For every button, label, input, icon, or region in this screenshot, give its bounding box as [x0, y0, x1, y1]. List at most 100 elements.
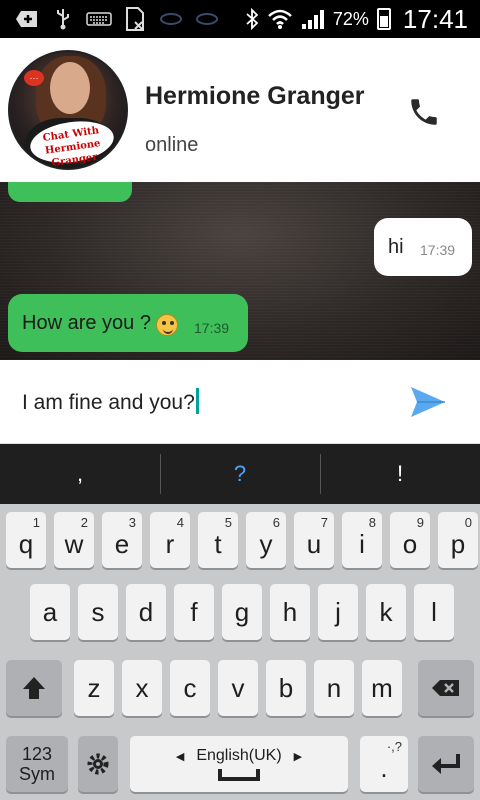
key-j[interactable]: j: [318, 584, 358, 640]
key-n[interactable]: n: [314, 660, 354, 716]
key-a[interactable]: a: [30, 584, 70, 640]
period-key[interactable]: ·,?.: [360, 736, 408, 792]
key-q[interactable]: 1q: [6, 512, 46, 568]
chevron-right-icon: ▶: [293, 751, 303, 763]
key-label: e: [114, 528, 130, 559]
chat-bubble-icon: ···: [24, 70, 44, 86]
suggestion-strip: , ? !: [0, 444, 480, 504]
backspace-icon: [432, 680, 459, 696]
message-incoming[interactable]: How are you ? 17:39: [8, 294, 248, 352]
key-h[interactable]: h: [270, 584, 310, 640]
key-hint: ·,?: [386, 739, 402, 754]
key-p[interactable]: 0p: [438, 512, 478, 568]
key-label: z: [87, 672, 101, 703]
message-input[interactable]: I am fine and you?: [22, 388, 199, 415]
message-time: 17:39: [420, 242, 456, 258]
settings-key[interactable]: [78, 736, 118, 792]
key-g[interactable]: g: [222, 584, 262, 640]
message-text: How are you ?: [22, 312, 151, 334]
suggestion-comma[interactable]: ,: [0, 444, 160, 504]
chat-header: ··· Chat With Hermione Granger Hermione G…: [0, 38, 480, 182]
usb-icon: [50, 8, 76, 30]
app-icon: [158, 8, 184, 30]
avatar-face: [50, 62, 90, 114]
wifi-icon: [268, 9, 292, 29]
key-o[interactable]: 9o: [390, 512, 430, 568]
key-label: k: [379, 596, 393, 627]
key-i[interactable]: 8i: [342, 512, 382, 568]
shift-icon: [23, 677, 45, 699]
key-label: m: [371, 672, 393, 703]
key-z[interactable]: z: [74, 660, 114, 716]
space-key[interactable]: ◀ English(UK) ▶: [130, 736, 348, 792]
key-e[interactable]: 3e: [102, 512, 142, 568]
key-u[interactable]: 7u: [294, 512, 334, 568]
key-t[interactable]: 5t: [198, 512, 238, 568]
sym-label-1: 123: [21, 744, 53, 764]
key-label: i: [359, 528, 365, 559]
key-v[interactable]: v: [218, 660, 258, 716]
contact-status: online: [145, 134, 199, 156]
key-label: l: [431, 596, 437, 627]
key-hint: 7: [320, 515, 328, 530]
smile-emoji-icon: [156, 314, 178, 336]
key-d[interactable]: d: [126, 584, 166, 640]
key-y[interactable]: 6y: [246, 512, 286, 568]
key-hint: 1: [32, 515, 40, 530]
key-hint: 8: [368, 515, 376, 530]
message-bubble-partial: [8, 182, 132, 202]
key-f[interactable]: f: [174, 584, 214, 640]
shift-key[interactable]: [6, 660, 62, 716]
key-r[interactable]: 4r: [150, 512, 190, 568]
key-label: f: [190, 596, 198, 627]
message-text: hi: [388, 236, 404, 258]
key-k[interactable]: k: [366, 584, 406, 640]
clock: 17:41: [402, 3, 468, 34]
key-label: .: [380, 752, 388, 783]
key-label: u: [306, 528, 322, 559]
suggestion-exclamation[interactable]: !: [320, 444, 480, 504]
gear-icon: [87, 753, 109, 775]
key-s[interactable]: s: [78, 584, 118, 640]
key-label: a: [42, 596, 58, 627]
avatar[interactable]: ··· Chat With Hermione Granger: [8, 50, 128, 170]
enter-key[interactable]: [418, 736, 474, 792]
key-hint: 6: [272, 515, 280, 530]
battery-percent: 72%: [332, 8, 369, 29]
key-l[interactable]: l: [414, 584, 454, 640]
text-cursor: [195, 388, 199, 414]
key-label: o: [402, 528, 418, 559]
key-hint: 4: [176, 515, 184, 530]
suggestion-question[interactable]: ?: [160, 444, 320, 504]
signal-icon: [301, 10, 324, 29]
key-b[interactable]: b: [266, 660, 306, 716]
key-c[interactable]: c: [170, 660, 210, 716]
chat-messages[interactable]: hi 17:39 How are you ? 17:39: [0, 182, 480, 360]
battery-icon: [376, 8, 391, 30]
key-w[interactable]: 2w: [54, 512, 94, 568]
space-label-row: ◀ English(UK) ▶: [176, 747, 302, 765]
message-input-value: I am fine and you?: [22, 391, 195, 414]
call-button[interactable]: [404, 92, 444, 132]
contact-name: Hermione Granger: [145, 82, 365, 110]
key-label: h: [282, 596, 298, 627]
backspace-key[interactable]: [418, 660, 474, 716]
space-bar-icon: [218, 769, 260, 781]
key-label: q: [18, 528, 34, 559]
key-label: s: [91, 596, 105, 627]
key-label: d: [138, 596, 154, 627]
message-time: 17:39: [194, 320, 230, 336]
key-m[interactable]: m: [362, 660, 402, 716]
key-hint: 3: [128, 515, 136, 530]
key-hint: 2: [80, 515, 88, 530]
key-hint: 9: [416, 515, 424, 530]
key-hint: 5: [224, 515, 232, 530]
sym-key[interactable]: 123 Sym: [6, 736, 68, 792]
phone-icon: [411, 99, 437, 125]
key-x[interactable]: x: [122, 660, 162, 716]
message-outgoing[interactable]: hi 17:39: [374, 218, 472, 276]
space-language-label: English(UK): [196, 747, 282, 764]
send-button[interactable]: [408, 384, 448, 420]
sim-off-icon: [122, 7, 148, 31]
key-label: t: [214, 528, 222, 559]
